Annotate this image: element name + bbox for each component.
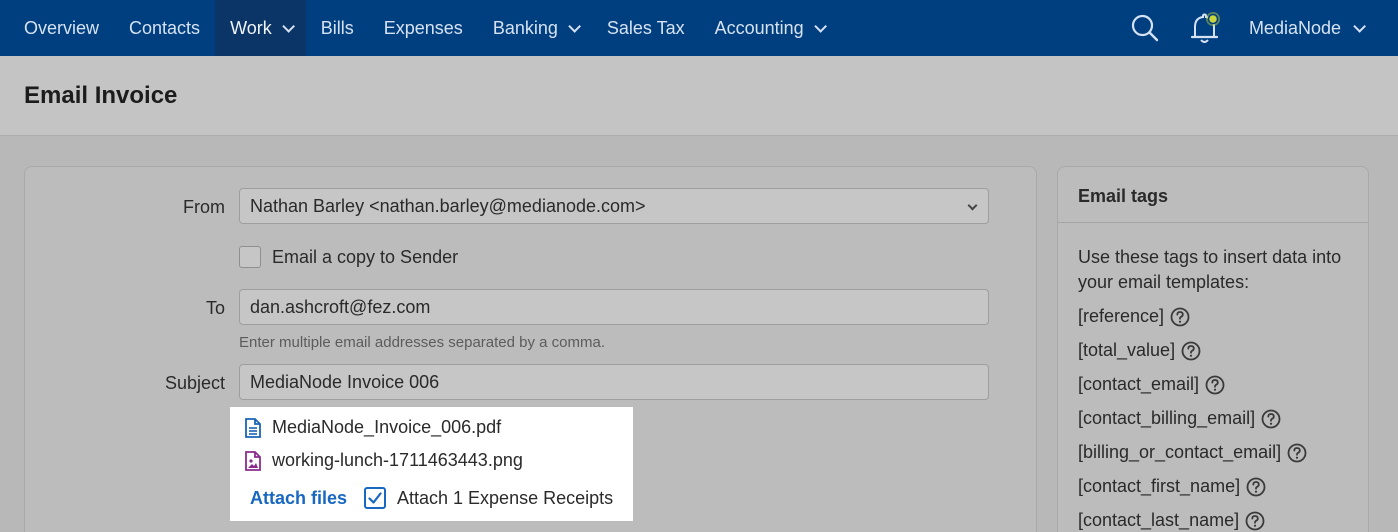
page-title: Email Invoice <box>24 82 178 109</box>
attachment-name: MediaNode_Invoice_006.pdf <box>272 417 502 437</box>
chevron-down-icon <box>1353 19 1366 33</box>
chevron-down-icon <box>568 19 581 33</box>
email-tag-item: [contact_last_name] <box>1078 510 1265 531</box>
from-value: Nathan Barley <nathan.barley@medianode.c… <box>250 195 646 216</box>
attachment-item[interactable]: MediaNode_Invoice_006.pdf <box>244 417 501 438</box>
nav-contacts[interactable]: Contacts <box>114 0 215 56</box>
nav-banking-label: Banking <box>492 17 558 38</box>
attachment-item[interactable]: working-lunch-1711463443.png <box>244 450 523 471</box>
nav-overview-label: Overview <box>24 17 100 38</box>
page-header: Email Invoice <box>0 56 1398 136</box>
subject-value: MediaNode Invoice 006 <box>250 371 440 392</box>
top-nav: Overview Contacts Work Bills Expenses Ba… <box>0 0 1398 56</box>
search-icon <box>1131 14 1159 42</box>
help-icon[interactable] <box>1205 375 1225 395</box>
nav-expenses-label: Expenses <box>383 17 463 38</box>
help-icon[interactable] <box>1246 477 1266 497</box>
subject-label: Subject <box>164 373 225 393</box>
nav-work[interactable]: Work <box>215 0 306 56</box>
nav-contacts-label: Contacts <box>129 17 201 38</box>
attach-receipts-label: Attach 1 Expense Receipts <box>397 488 614 508</box>
email-tags-description: Use these tags to insert data into your … <box>1078 247 1342 292</box>
chevron-down-icon <box>967 200 978 211</box>
help-icon[interactable] <box>1245 511 1265 531</box>
chevron-down-icon <box>281 19 295 33</box>
nav-sales-tax-label: Sales Tax <box>606 17 685 38</box>
nav-accounting-label: Accounting <box>714 17 804 38</box>
to-label: To <box>205 298 225 318</box>
help-icon[interactable] <box>1170 307 1190 327</box>
nav-overview[interactable]: Overview <box>0 0 114 56</box>
chevron-down-icon <box>813 19 827 33</box>
email-tag-label: [contact_first_name] <box>1078 476 1241 496</box>
email-copy-checkbox[interactable] <box>239 246 261 268</box>
email-tag-item: [reference] <box>1078 306 1190 327</box>
to-input[interactable]: dan.ashcroft@fez.com <box>239 289 989 325</box>
subject-input[interactable]: MediaNode Invoice 006 <box>239 364 989 400</box>
email-copy-label: Email a copy to Sender <box>272 247 459 267</box>
email-tag-label: [contact_last_name] <box>1078 510 1240 530</box>
account-label: MediaNode <box>1248 17 1341 38</box>
to-value: dan.ashcroft@fez.com <box>250 296 431 317</box>
email-tag-item: [contact_email] <box>1078 374 1225 395</box>
to-hint: Enter multiple email addresses separated… <box>239 334 606 351</box>
help-icon[interactable] <box>1287 443 1307 463</box>
account-menu[interactable]: MediaNode <box>1235 18 1398 39</box>
nav-expenses[interactable]: Expenses <box>369 0 478 56</box>
search-button[interactable] <box>1115 0 1175 56</box>
email-tag-item: [contact_first_name] <box>1078 476 1266 497</box>
email-tag-label: [reference] <box>1078 306 1165 326</box>
email-tags-panel: Email tags Use these tags to insert data… <box>1057 166 1369 532</box>
attachment-name: working-lunch-1711463443.png <box>272 450 523 470</box>
email-tag-label: [billing_or_contact_email] <box>1078 442 1282 462</box>
document-icon <box>245 417 261 438</box>
nav-sales-tax[interactable]: Sales Tax <box>592 0 700 56</box>
from-label: From <box>183 197 225 217</box>
email-tag-item: [total_value] <box>1078 340 1201 361</box>
image-file-icon <box>245 450 261 471</box>
nav-bills[interactable]: Bills <box>306 0 369 56</box>
notifications-button[interactable] <box>1175 0 1235 56</box>
email-tag-item: [billing_or_contact_email] <box>1078 442 1307 463</box>
help-icon[interactable] <box>1261 409 1281 429</box>
email-tag-label: [contact_email] <box>1078 374 1200 394</box>
nav-right: MediaNode <box>1115 0 1398 56</box>
from-select[interactable]: Nathan Barley <nathan.barley@medianode.c… <box>239 188 989 224</box>
nav-accounting[interactable]: Accounting <box>700 0 838 56</box>
attach-files-link[interactable]: Attach files <box>250 488 347 509</box>
attach-receipts-checkbox[interactable] <box>364 487 386 509</box>
checkmark-icon <box>368 492 382 504</box>
email-tag-item: [contact_billing_email] <box>1078 408 1281 429</box>
nav-work-label: Work <box>230 17 272 38</box>
attachments-panel: MediaNode_Invoice_006.pdf working-lunch-… <box>230 407 633 521</box>
email-tag-label: [total_value] <box>1078 340 1176 360</box>
email-tag-label: [contact_billing_email] <box>1078 408 1256 428</box>
divider <box>1058 222 1368 223</box>
nav-banking[interactable]: Banking <box>478 0 592 56</box>
nav-bills-label: Bills <box>320 17 354 38</box>
help-icon[interactable] <box>1181 341 1201 361</box>
email-tags-title: Email tags <box>1078 186 1169 206</box>
bell-icon <box>1190 12 1220 43</box>
